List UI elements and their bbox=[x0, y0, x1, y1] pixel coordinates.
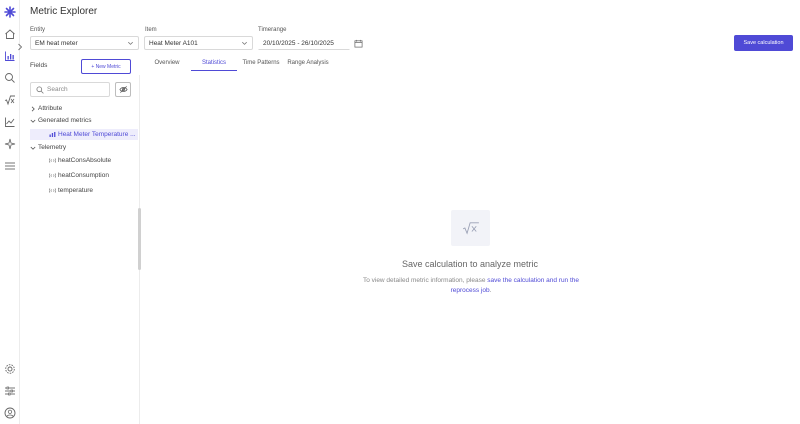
signal-icon bbox=[49, 173, 56, 178]
empty-state-text-end: . bbox=[489, 287, 492, 294]
chevron-down-icon bbox=[30, 119, 36, 123]
item-label: Item bbox=[145, 27, 157, 33]
timerange-value: 20/10/2025 - 26/10/2025 bbox=[263, 39, 334, 47]
tree-item-heat-meter-temperature[interactable]: Heat Meter Temperature ... bbox=[30, 129, 138, 140]
search-placeholder: Search bbox=[47, 86, 68, 93]
sliders-icon[interactable] bbox=[3, 384, 17, 398]
save-calculation-button[interactable]: Save calculation bbox=[734, 35, 793, 51]
tree-item-heatconsumption[interactable]: heatConsumption bbox=[49, 172, 109, 179]
sparkle-icon[interactable] bbox=[3, 137, 17, 151]
tree-item-label: temperature bbox=[58, 187, 94, 194]
tree-item-label: heatConsumption bbox=[58, 172, 109, 179]
empty-state-description: To view detailed metric information, ple… bbox=[360, 276, 582, 296]
entity-select-value: EM heat meter bbox=[35, 39, 78, 47]
cross-star-logo-icon[interactable] bbox=[3, 5, 17, 19]
tree-group-telemetry[interactable]: Telemetry bbox=[30, 144, 66, 151]
signal-icon bbox=[49, 158, 56, 163]
chevron-right-icon bbox=[31, 106, 35, 111]
chevron-down-icon bbox=[128, 41, 133, 45]
sqrt-icon bbox=[451, 210, 490, 246]
user-circle-icon[interactable] bbox=[3, 406, 17, 420]
left-rail bbox=[0, 0, 20, 424]
entity-label: Entity bbox=[30, 27, 46, 33]
signal-icon bbox=[49, 188, 56, 193]
tree-group-attribute[interactable]: Attribute bbox=[30, 105, 62, 112]
home-icon[interactable] bbox=[3, 27, 17, 41]
new-metric-button[interactable]: + New Metric bbox=[81, 59, 131, 74]
trend-line-icon[interactable] bbox=[3, 115, 17, 129]
timerange-label: Timerange bbox=[258, 27, 287, 33]
search-icon bbox=[36, 86, 44, 94]
chevron-down-icon bbox=[242, 41, 247, 45]
tree-group-label: Telemetry bbox=[38, 144, 67, 151]
tab-overview[interactable]: Overview bbox=[146, 55, 188, 71]
hide-fields-toggle[interactable] bbox=[115, 82, 131, 97]
empty-state-title: Save calculation to analyze metric bbox=[401, 259, 539, 269]
tree-item-label: Heat Meter Temperature ... bbox=[58, 131, 136, 138]
chevron-down-icon bbox=[30, 146, 36, 150]
fields-scrollbar[interactable] bbox=[138, 208, 141, 270]
tab-range-analysis[interactable]: Range Analysis bbox=[285, 55, 331, 71]
tree-group-label: Attribute bbox=[38, 105, 63, 112]
fields-heading: Fields bbox=[30, 62, 48, 69]
tree-item-temperature[interactable]: temperature bbox=[49, 187, 93, 194]
tree-group-label: Generated metrics bbox=[38, 117, 92, 124]
eye-off-icon bbox=[118, 86, 128, 93]
page-title: Metric Explorer bbox=[30, 6, 98, 17]
empty-state-text: To view detailed metric information, ple… bbox=[362, 277, 488, 284]
calendar-icon[interactable] bbox=[354, 39, 363, 48]
tab-statistics[interactable]: Statistics bbox=[191, 55, 237, 71]
tree-item-heatconsabsolute[interactable]: heatConsAbsolute bbox=[49, 157, 111, 164]
expand-rail-chevron-icon[interactable] bbox=[16, 42, 24, 52]
item-select-value: Heat Meter A101 bbox=[149, 39, 198, 47]
entity-select[interactable]: EM heat meter bbox=[30, 36, 139, 50]
sqrt-icon[interactable] bbox=[3, 93, 17, 107]
timerange-picker[interactable]: 20/10/2025 - 26/10/2025 bbox=[258, 36, 350, 50]
search-chart-icon[interactable] bbox=[3, 71, 17, 85]
item-select[interactable]: Heat Meter A101 bbox=[144, 36, 253, 50]
bar-chart-icon[interactable] bbox=[3, 49, 17, 63]
tree-group-generated-metrics[interactable]: Generated metrics bbox=[30, 117, 91, 124]
list-icon[interactable] bbox=[3, 159, 17, 173]
bar-chart-icon bbox=[49, 132, 56, 137]
fields-search-input[interactable]: Search bbox=[30, 82, 110, 97]
tree-item-label: heatConsAbsolute bbox=[58, 157, 112, 164]
settings-icon[interactable] bbox=[3, 362, 17, 376]
tab-time-patterns[interactable]: Time Patterns bbox=[240, 55, 282, 71]
